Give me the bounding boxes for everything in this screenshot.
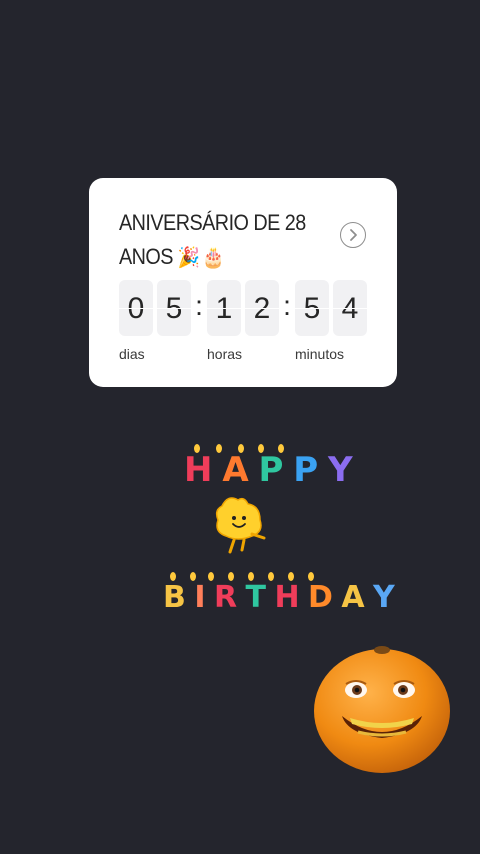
happy-letter: Y [328, 450, 353, 490]
birthday-letter: A [341, 580, 364, 615]
birthday-letter: I [194, 580, 205, 615]
birthday-letter: Y [373, 580, 395, 615]
unit-minutes-label: minutos [295, 346, 345, 362]
chevron-right-icon [350, 229, 357, 241]
party-cake-emoji-icon: 🎉🎂 [177, 245, 227, 269]
yellow-blob-mascot-icon[interactable] [208, 494, 270, 558]
digit-days-tens: 0 [119, 280, 153, 336]
happy-letter: H [184, 450, 212, 490]
unit-hours-label: horas [207, 346, 243, 362]
birthday-letter: T [245, 580, 266, 615]
digit-minutes-tens: 5 [295, 280, 329, 336]
happy-sticker[interactable]: H A P P Y [184, 450, 353, 490]
birthday-letter: R [213, 580, 237, 615]
digit-hours-ones: 2 [245, 280, 279, 336]
digit-minutes-ones: 4 [333, 280, 367, 336]
birthday-letter: D [308, 580, 333, 615]
birthday-sticker[interactable]: B I R T H D A Y [163, 580, 395, 615]
separator: : [195, 290, 203, 321]
countdown-title-line1: ANIVERSÁRIO DE 28 [119, 210, 306, 235]
happy-letter: A [222, 450, 248, 490]
candle-flames [194, 444, 294, 454]
annoying-orange-icon[interactable] [312, 644, 452, 774]
separator: : [283, 290, 291, 321]
unit-days-label: dias [119, 346, 145, 362]
happy-letter: P [258, 450, 283, 490]
birthday-letter: H [274, 580, 299, 615]
countdown-title: ANIVERSÁRIO DE 28 ANOS 🎉🎂 [119, 206, 326, 274]
digit-days-ones: 5 [157, 280, 191, 336]
open-countdown-button[interactable] [340, 222, 366, 248]
countdown-title-line2: ANOS [119, 244, 173, 269]
happy-letter: P [293, 450, 318, 490]
candle-flames [170, 572, 320, 582]
countdown-sticker[interactable]: ANIVERSÁRIO DE 28 ANOS 🎉🎂 0 5 : 1 2 : 5 … [89, 178, 397, 387]
digit-hours-tens: 1 [207, 280, 241, 336]
birthday-letter: B [163, 580, 186, 615]
